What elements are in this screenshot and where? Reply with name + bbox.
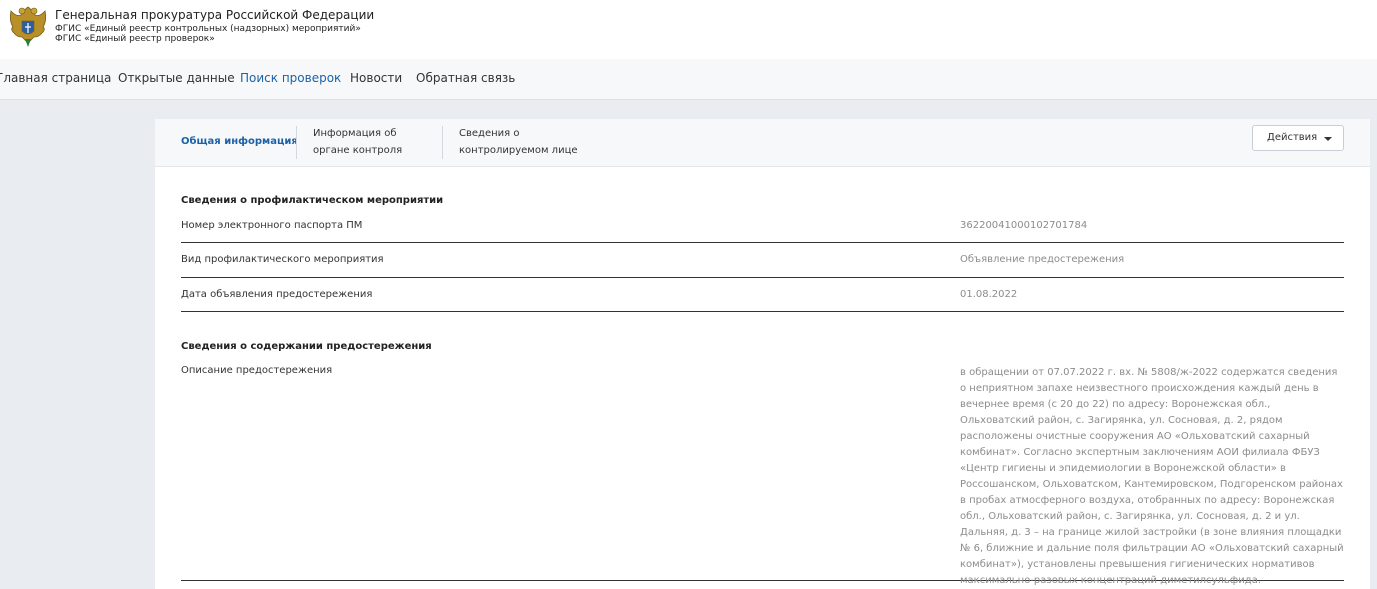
field-value: Объявление предостережения [960,254,1125,265]
field-label: Описание предостережения [181,365,333,376]
tab-control-body-line1: Информация об [313,128,397,139]
site-header: Генеральная прокуратура Российской Федер… [0,0,1377,59]
registry-subtitle: ФГИС «Единый реестр контрольных (надзорн… [55,24,361,34]
tab-controlled-person-line2: контролируемом лице [459,145,578,156]
tab-divider [296,126,297,159]
coat-of-arms-icon [9,6,47,47]
nav-home[interactable]: Главная страница [0,71,111,85]
tab-general-info-label: Общая информация [181,136,298,147]
field-value: 01.08.2022 [960,289,1018,300]
actions-dropdown-button[interactable]: Действия [1252,125,1344,151]
field-label: Номер электронного паспорта ПМ [181,220,363,231]
tab-controlled-person[interactable]: Сведения о контролируемом лице [459,125,578,159]
nav-open-data[interactable]: Открытые данные [118,71,235,85]
nav-feedback[interactable]: Обратная связь [416,71,515,85]
main-nav: Главная страница Открытые данные Поиск п… [0,59,1377,100]
section-title-preventive-measure: Сведения о профилактическом мероприятии [181,195,444,206]
section-title-warning-content: Сведения о содержании предостережения [181,341,432,352]
tab-controlled-person-line1: Сведения о [459,128,520,139]
nav-news[interactable]: Новости [350,71,402,85]
table-row: Дата объявления предостережения 01.08.20… [181,289,1344,312]
org-title: Генеральная прокуратура Российской Федер… [55,8,375,22]
nav-search-inspections[interactable]: Поиск проверок [240,71,341,85]
tab-control-body[interactable]: Информация об органе контроля [313,125,402,159]
record-card: Общая информация Информация об органе ко… [155,119,1370,589]
field-label: Вид профилактического мероприятия [181,254,384,265]
registry-subtitle-2: ФГИС «Единый реестр проверок» [55,34,215,44]
actions-label: Действия [1267,132,1318,143]
field-value-description: в обращении от 07.07.2022 г. вх. № 5808/… [960,367,1344,586]
tab-control-body-line2: органе контроля [313,145,403,156]
caret-down-icon [1324,137,1332,141]
table-row: Номер электронного паспорта ПМ 362200410… [181,220,1344,243]
table-row: Вид профилактического мероприятия Объявл… [181,254,1344,278]
tab-general-info[interactable]: Общая информация [181,133,298,150]
field-label: Дата объявления предостережения [181,289,373,300]
tab-divider [442,126,443,159]
field-value: 36220041000102701784 [960,220,1088,231]
table-row: Описание предостережения в обращении от … [181,365,1344,586]
tab-bar: Общая информация Информация об органе ко… [155,119,1370,167]
